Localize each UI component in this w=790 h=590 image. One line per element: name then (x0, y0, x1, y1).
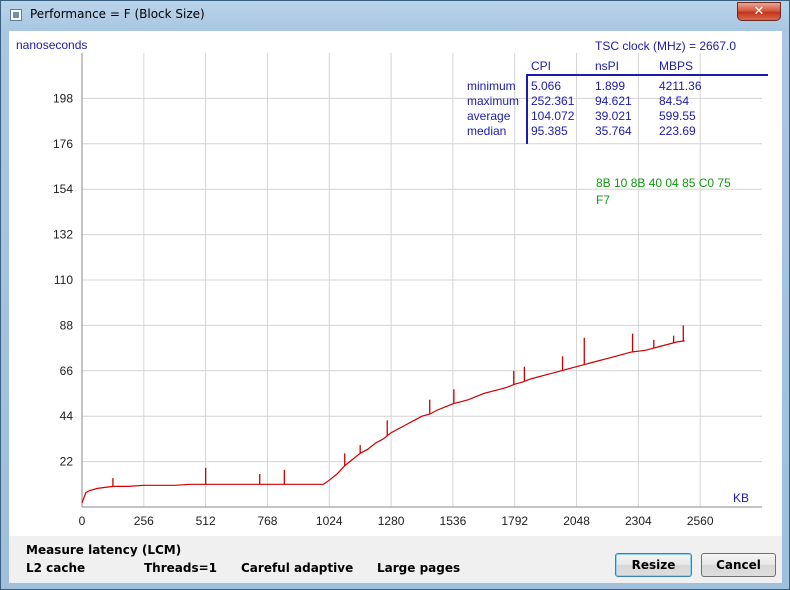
y-tick-label: 22 (60, 455, 74, 469)
y-tick-label: 66 (60, 364, 74, 378)
stats-row-label: median (467, 124, 506, 138)
y-tick-label: 132 (53, 228, 73, 242)
y-axis-label: nanoseconds (16, 38, 87, 52)
status-mode: Measure latency (LCM) (26, 543, 182, 557)
status-threads: Threads=1 (144, 561, 218, 575)
chart-area: 0 256 512 768 1024 1280 1536 1792 2048 2304 2560 22… (9, 31, 782, 536)
x-tick-label: 256 (134, 514, 154, 528)
stats-cell: 35.764 (595, 124, 632, 138)
status-pages: Large pages (377, 561, 461, 575)
resize-button[interactable]: Resize (615, 553, 692, 577)
stats-cell: 252.361 (531, 94, 575, 108)
hex-bytes-line: F7 (596, 193, 610, 207)
y-tick-label: 176 (53, 137, 73, 151)
hex-bytes-line: 8B 10 8B 40 04 85 C0 75 (596, 176, 731, 190)
stats-cell: 1.899 (595, 79, 625, 93)
stats-cell: 84.54 (659, 94, 689, 108)
performance-window: Performance = F (Block Size) ✕ 0 256 512 76… (0, 0, 790, 590)
stats-cell: 599.55 (659, 109, 696, 123)
x-tick-label: 768 (257, 514, 277, 528)
stats-cell: 5.066 (531, 79, 561, 93)
stats-cell: 95.385 (531, 124, 568, 138)
x-tick-label: 2048 (563, 514, 590, 528)
y-tick-label: 154 (53, 182, 73, 196)
x-axis-label: KB (733, 491, 749, 505)
window-title: Performance = F (Block Size) (30, 7, 205, 21)
x-tick-label: 512 (196, 514, 216, 528)
status-method: Careful adaptive (241, 561, 354, 575)
y-tick-label: 198 (53, 91, 73, 105)
close-button[interactable]: ✕ (737, 2, 781, 21)
stats-row-label: average (467, 109, 511, 123)
y-tick-label: 88 (60, 318, 74, 332)
stats-cell: 94.621 (595, 94, 632, 108)
x-tick-label: 1280 (378, 514, 405, 528)
x-tick-label: 0 (79, 514, 86, 528)
x-tick-label: 1536 (440, 514, 467, 528)
stats-cell: 104.072 (531, 109, 575, 123)
x-tick-label: 2304 (625, 514, 652, 528)
stats-column-header: CPI (531, 59, 551, 73)
x-tick-label: 1792 (501, 514, 528, 528)
cancel-button[interactable]: Cancel (701, 553, 776, 577)
stats-row-label: maximum (467, 94, 519, 108)
stats-column-header: MBPS (659, 59, 693, 73)
client-area: 0 256 512 768 1024 1280 1536 1792 2048 2304 2560 22… (9, 31, 782, 583)
stats-cell: 4211.36 (659, 79, 702, 93)
y-tick-label: 110 (54, 273, 73, 287)
x-tick-label: 1024 (316, 514, 343, 528)
latency-chart: 0 256 512 768 1024 1280 1536 1792 2048 2304 2560 22… (16, 38, 768, 528)
latency-series-line (81, 340, 685, 504)
tsc-clock-label: TSC clock (MHz) = 2667.0 (595, 39, 736, 53)
stats-row-label: minimum (467, 79, 516, 93)
status-target: L2 cache (26, 561, 86, 575)
app-icon (10, 9, 22, 21)
stats-cell: 39.021 (595, 109, 632, 123)
y-tick-label: 44 (60, 409, 74, 423)
x-tick-label: 2560 (687, 514, 714, 528)
title-bar[interactable]: Performance = F (Block Size) ✕ (1, 1, 789, 29)
stats-column-header: nsPI (595, 59, 619, 73)
stats-cell: 223.69 (659, 124, 696, 138)
